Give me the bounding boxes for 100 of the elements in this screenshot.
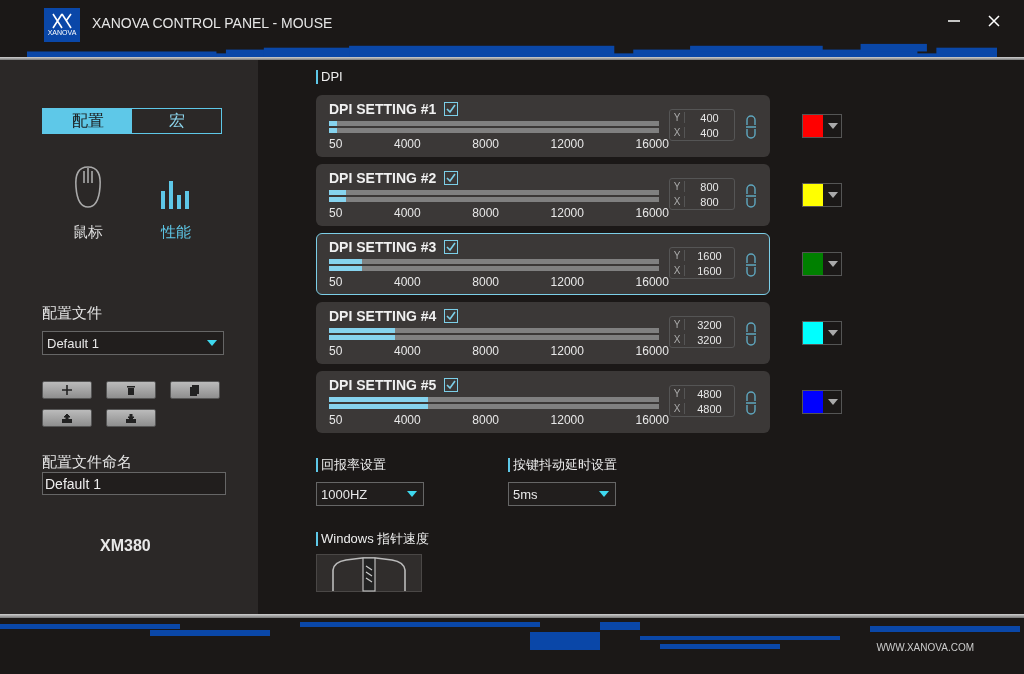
checkbox[interactable] — [444, 309, 459, 323]
slider-track[interactable] — [329, 397, 659, 402]
scale-label: 8000 — [472, 344, 499, 358]
slider-track[interactable] — [329, 266, 659, 271]
scale-label: 8000 — [472, 206, 499, 220]
section-heading: DPI — [316, 70, 343, 84]
dpi-value-field[interactable]: 800 — [685, 195, 734, 208]
color-dropdown[interactable] — [802, 390, 842, 414]
dpi-setting-title: DPI SETTING #3 — [329, 239, 437, 255]
tab[interactable]: 配置 — [43, 109, 132, 133]
scale-label: 12000 — [550, 275, 584, 289]
dpi-card[interactable]: DPI SETTING #1 50 4000 8000 12000 16000 Y 400 X 400 — [316, 95, 770, 157]
debounce-dropdown[interactable]: 5ms — [508, 482, 616, 506]
dpi-value-field[interactable]: 4800 — [685, 387, 734, 400]
polling-rate-dropdown[interactable]: 1000HZ — [316, 482, 424, 506]
scale-label: 12000 — [550, 413, 584, 427]
scale-label: 16000 — [635, 413, 669, 427]
dpi-value-field[interactable]: 800 — [685, 180, 734, 193]
tab[interactable]: 宏 — [132, 109, 221, 133]
color-dropdown[interactable] — [802, 183, 842, 207]
checkbox[interactable] — [444, 240, 459, 254]
dpi-value-field[interactable]: 4800 — [685, 402, 734, 415]
delete-button[interactable] — [106, 381, 156, 399]
scale-label: 50 — [329, 413, 343, 427]
color-dropdown[interactable] — [802, 114, 842, 138]
link-icon[interactable] — [745, 115, 757, 139]
profile-dropdown[interactable]: Default 1 — [42, 331, 224, 355]
axis-label: Y — [670, 112, 685, 123]
link-icon[interactable] — [745, 184, 757, 208]
checkbox[interactable] — [444, 102, 459, 116]
bar-chart-icon[interactable] — [161, 181, 191, 209]
link-icon[interactable] — [745, 253, 757, 277]
export-button[interactable] — [42, 409, 92, 427]
axis-label: Y — [670, 388, 685, 399]
slider-track[interactable] — [329, 328, 659, 333]
dpi-setting-title: DPI SETTING #1 — [329, 101, 437, 117]
dpi-value-field[interactable]: 1600 — [685, 249, 734, 262]
slider-track[interactable] — [329, 335, 659, 340]
axis-label: Y — [670, 181, 685, 192]
profile-name-field[interactable]: Default 1 — [42, 472, 226, 495]
download-icon — [126, 413, 136, 423]
mouse-icon[interactable] — [73, 165, 103, 209]
scale-label: 16000 — [635, 275, 669, 289]
slider-track[interactable] — [329, 259, 659, 264]
axis-label: Y — [670, 319, 685, 330]
scale-label: 50 — [329, 275, 343, 289]
model-name: XM380 — [100, 537, 151, 555]
scale-label: 16000 — [635, 206, 669, 220]
dpi-card[interactable]: DPI SETTING #2 50 4000 8000 12000 16000 Y 800 X 800 — [316, 164, 770, 226]
scale-label: 50 — [329, 344, 343, 358]
slider-track[interactable] — [329, 190, 659, 195]
polling-rate-label: 回报率设置 — [316, 458, 386, 472]
axis-label: X — [670, 334, 685, 345]
nav-label[interactable]: 性能 — [161, 223, 191, 242]
scale-label: 8000 — [472, 275, 499, 289]
scale-label: 12000 — [550, 137, 584, 151]
scale-label: 50 — [329, 206, 343, 220]
scale-label: 8000 — [472, 137, 499, 151]
scale-label: 4000 — [393, 206, 421, 220]
scale-label: 50 — [329, 137, 343, 151]
link-icon[interactable] — [745, 391, 757, 415]
logo-icon — [52, 13, 72, 29]
dpi-value-field[interactable]: 3200 — [685, 333, 734, 346]
checkbox[interactable] — [444, 171, 459, 185]
scale-label: 4000 — [393, 275, 421, 289]
scale-label: 8000 — [472, 413, 499, 427]
axis-label: X — [670, 127, 685, 138]
dpi-value-field[interactable]: 3200 — [685, 318, 734, 331]
copy-icon — [190, 384, 200, 396]
scale-label: 12000 — [550, 344, 584, 358]
color-dropdown[interactable] — [802, 252, 842, 276]
window-title: XANOVA CONTROL PANEL - MOUSE — [92, 15, 333, 31]
dpi-value-field[interactable]: 1600 — [685, 264, 734, 277]
axis-label: X — [670, 196, 685, 207]
dpi-card[interactable]: DPI SETTING #4 50 4000 8000 12000 16000 Y 3200 X 3200 — [316, 302, 770, 364]
scale-label: 4000 — [393, 137, 421, 151]
dpi-card[interactable]: DPI SETTING #5 50 4000 8000 12000 16000 Y 4800 X 4800 — [316, 371, 770, 433]
nav-label[interactable]: 鼠标 — [73, 223, 103, 242]
color-dropdown[interactable] — [802, 321, 842, 345]
debounce-label: 按键抖动延时设置 — [508, 458, 617, 472]
profile-name-label: 配置文件命名 — [42, 453, 132, 472]
checkbox[interactable] — [444, 378, 459, 392]
slider-track[interactable] — [329, 197, 659, 202]
link-icon[interactable] — [745, 322, 757, 346]
scale-label: 12000 — [550, 206, 584, 220]
add-button[interactable] — [42, 381, 92, 399]
import-button[interactable] — [106, 409, 156, 427]
dpi-value-field[interactable]: 400 — [685, 126, 734, 139]
slider-track[interactable] — [329, 404, 659, 409]
website-url[interactable]: WWW.XANOVA.COM — [876, 642, 974, 653]
slider-track[interactable] — [329, 121, 659, 126]
dpi-value-field[interactable]: 400 — [685, 111, 734, 124]
copy-button[interactable] — [170, 381, 220, 399]
scale-label: 4000 — [393, 413, 421, 427]
slider-track[interactable] — [329, 128, 659, 133]
dpi-card[interactable]: DPI SETTING #3 50 4000 8000 12000 16000 Y 1600 X 1600 — [316, 233, 770, 295]
trash-icon — [126, 385, 136, 395]
scale-label: 16000 — [635, 137, 669, 151]
dpi-setting-title: DPI SETTING #2 — [329, 170, 437, 186]
dpi-setting-title: DPI SETTING #4 — [329, 308, 437, 324]
